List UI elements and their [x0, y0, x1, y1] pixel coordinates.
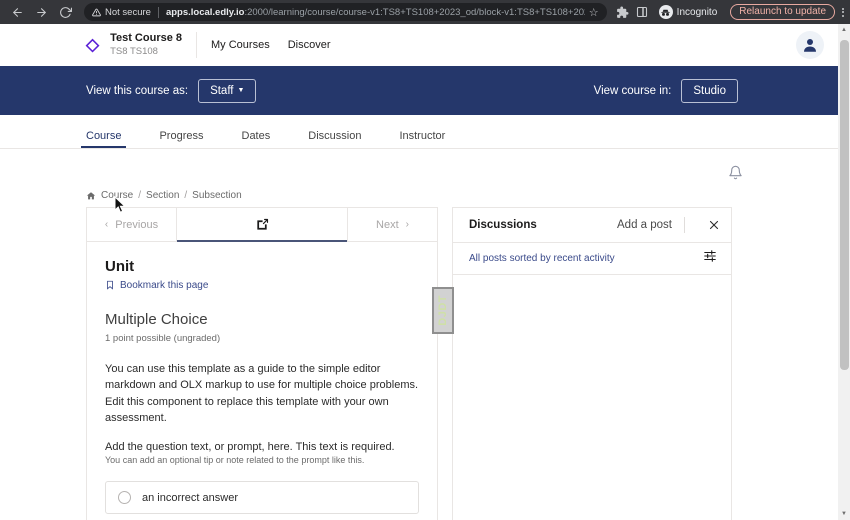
warning-triangle-icon: [92, 8, 101, 16]
omnibox-divider: [157, 6, 159, 18]
unit-card: ‹ Previous Next › Unit Bookmark this pag…: [86, 207, 454, 520]
unit-shell: ‹ Previous Next › Unit Bookmark this pag…: [86, 207, 752, 520]
breadcrumb-course[interactable]: Course: [101, 190, 133, 201]
url-host: apps.local.edly.io: [165, 6, 245, 18]
bookmark-icon: [107, 280, 113, 290]
close-x-icon[interactable]: [697, 219, 731, 231]
browser-action-icons: Incognito Relaunch to update: [615, 4, 844, 20]
djdt-label: DJDT: [437, 295, 449, 326]
url-text: apps.local.edly.io:2000/learning/course/…: [166, 7, 585, 18]
browser-toolbar: Not secure apps.local.edly.io:2000/learn…: [0, 0, 850, 24]
unit-navigation: ‹ Previous Next ›: [87, 208, 437, 242]
view-in-label: View course in:: [593, 84, 672, 97]
course-subtitle: TS8 TS108: [110, 45, 158, 57]
side-panel-icon[interactable]: [635, 5, 650, 20]
header-nav: My Courses Discover: [211, 39, 330, 51]
django-debug-toolbar-handle[interactable]: DJDT: [432, 287, 454, 334]
tab-discussion[interactable]: Discussion: [308, 130, 361, 148]
problem-title: Multiple Choice: [105, 311, 208, 328]
forward-arrow-icon[interactable]: [30, 1, 52, 23]
next-label: Next: [376, 218, 399, 231]
tab-dates[interactable]: Dates: [242, 130, 271, 148]
course-page: ◇ Test Course 8 TS8 TS108 My Courses Dis…: [0, 24, 838, 520]
radio-button[interactable]: [118, 491, 131, 505]
next-unit-button[interactable]: Next ›: [348, 208, 437, 241]
breadcrumb-subsection[interactable]: Subsection: [192, 190, 241, 201]
view-as-role-select[interactable]: Staff ▼: [198, 78, 257, 103]
problem-prompt: Add the question text, or prompt, here. …: [105, 441, 395, 454]
chevron-right-icon: ›: [405, 219, 409, 230]
chevron-left-icon: ‹: [104, 219, 109, 230]
unit-container: Course / Section / Subsection ‹ Previous: [86, 190, 752, 520]
address-bar[interactable]: Not secure apps.local.edly.io:2000/learn…: [84, 3, 607, 21]
relaunch-to-update-button[interactable]: Relaunch to update: [730, 4, 835, 20]
kebab-menu-icon[interactable]: [840, 7, 844, 17]
problem-points: 1 point possible (ungraded): [105, 333, 221, 344]
bookmark-page-button[interactable]: Bookmark this page: [105, 279, 419, 291]
edit-pencil-square-icon: [257, 218, 269, 230]
view-in-group: View course in: Studio: [593, 78, 738, 103]
previous-unit-button[interactable]: ‹ Previous: [87, 208, 176, 241]
open-edx-logo-icon[interactable]: ◇: [86, 35, 99, 55]
unit-sequence-tab[interactable]: [176, 208, 348, 242]
home-icon[interactable]: [86, 191, 96, 201]
site-header: ◇ Test Course 8 TS8 TS108 My Courses Dis…: [0, 24, 838, 66]
breadcrumb-section[interactable]: Section: [146, 190, 179, 201]
problem-description: You can use this template as a guide to …: [105, 363, 419, 424]
filter-sliders-icon[interactable]: [703, 249, 717, 268]
discussions-sort-label[interactable]: All posts sorted by recent activity: [469, 253, 615, 264]
view-as-value: Staff: [210, 84, 234, 97]
unit-heading: Unit: [105, 258, 135, 275]
previous-label: Previous: [115, 218, 159, 231]
profile-label: Incognito: [676, 6, 718, 18]
content-area: Course / Section / Subsection ‹ Previous: [0, 149, 838, 520]
discussions-panel: Discussions Add a post All posts sorted …: [452, 207, 732, 520]
course-identity: Test Course 8 TS8 TS108: [110, 32, 198, 58]
incognito-avatar-icon: [658, 5, 673, 19]
tab-course[interactable]: Course: [80, 130, 128, 148]
problem-prompt-note: You can add an optional tip or note rela…: [105, 455, 365, 466]
answer-choices: an incorrect answer the correct answer: [105, 481, 419, 520]
nav-discover[interactable]: Discover: [288, 39, 331, 51]
breadcrumb-separator: /: [138, 190, 142, 201]
bookmark-star-icon[interactable]: ☆: [589, 6, 599, 19]
profile-chip[interactable]: Incognito: [655, 5, 722, 19]
course-title: Test Course 8: [110, 32, 183, 45]
discussions-header: Discussions Add a post: [453, 208, 731, 243]
breadcrumb: Course / Section / Subsection: [86, 190, 752, 201]
chevron-down-icon: ▼: [237, 87, 245, 94]
page-viewport: ◇ Test Course 8 TS8 TS108 My Courses Dis…: [0, 24, 850, 520]
course-tabs: Course Progress Dates Discussion Instruc…: [0, 115, 838, 149]
staff-view-banner: View this course as: Staff ▼ View course…: [0, 66, 838, 115]
scroll-down-arrow-icon[interactable]: ▼: [838, 508, 850, 520]
scrollbar-thumb[interactable]: [840, 40, 849, 370]
back-arrow-icon[interactable]: [6, 1, 28, 23]
url-path: :2000/learning/course/course-v1:TS8+TS10…: [244, 6, 585, 18]
view-as-label: View this course as:: [86, 84, 189, 97]
answer-choice-label: an incorrect answer: [142, 491, 238, 504]
user-avatar-icon[interactable]: [796, 31, 824, 59]
bookmark-label: Bookmark this page: [120, 279, 209, 291]
extensions-puzzle-icon[interactable]: [615, 5, 630, 20]
view-as-group: View this course as: Staff ▼: [86, 78, 257, 103]
add-post-button[interactable]: Add a post: [617, 219, 672, 231]
breadcrumb-separator: /: [184, 190, 188, 201]
scroll-up-arrow-icon[interactable]: ▲: [838, 24, 850, 36]
notification-bell-icon[interactable]: [724, 161, 746, 183]
page-scrollbar[interactable]: ▲ ▼: [838, 24, 850, 520]
site-security-indicator[interactable]: Not secure: [92, 7, 151, 18]
header-divider: [684, 217, 685, 233]
tab-progress[interactable]: Progress: [159, 130, 203, 148]
discussions-title: Discussions: [469, 219, 537, 231]
reload-icon[interactable]: [54, 1, 76, 23]
view-in-studio-button[interactable]: Studio: [681, 78, 738, 103]
security-label: Not secure: [105, 6, 151, 18]
nav-my-courses[interactable]: My Courses: [211, 39, 270, 51]
tab-instructor[interactable]: Instructor: [399, 130, 445, 148]
answer-choice-1[interactable]: an incorrect answer: [105, 481, 419, 515]
unit-body: Unit Bookmark this page Multiple Choice …: [87, 242, 437, 520]
discussions-sort-row: All posts sorted by recent activity: [453, 243, 731, 275]
